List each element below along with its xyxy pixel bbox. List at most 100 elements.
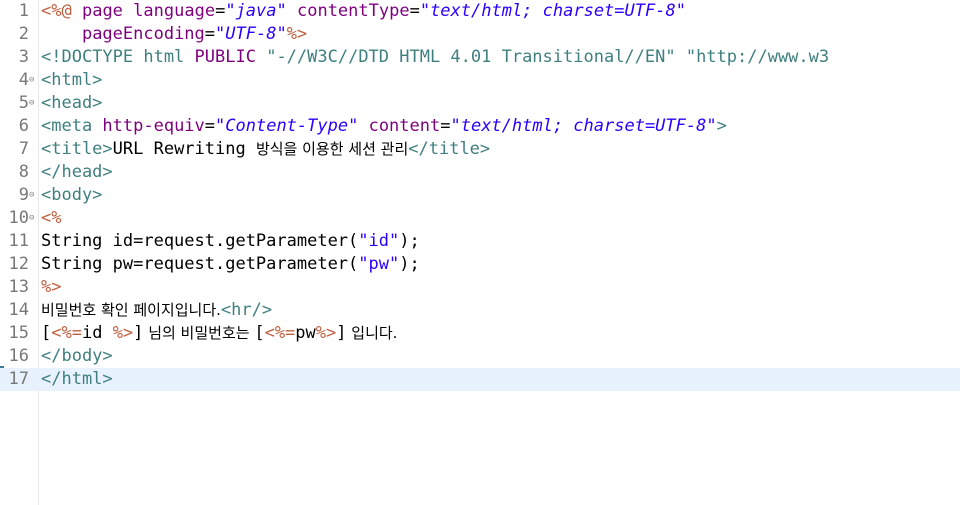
code-token: ); (399, 254, 420, 274)
code-token: </body> (41, 346, 113, 366)
code-text: <head> (41, 92, 102, 115)
fold-collapse-icon[interactable]: ⊖ (29, 69, 38, 92)
code-line[interactable]: 3 <!DOCTYPE html PUBLIC "-//W3C//DTD HTML… (0, 46, 960, 69)
line-number: 3 (18, 47, 29, 67)
code-token: <meta (41, 116, 103, 136)
code-token: <title> (41, 139, 113, 159)
code-token: "Content-Type" (215, 116, 359, 136)
code-line[interactable]: 2 pageEncoding="UTF-8"%> (0, 23, 960, 46)
code-token: http-equiv (102, 116, 205, 136)
fold-collapse-icon[interactable]: ⊖ (29, 92, 38, 115)
code-text: <meta http-equiv="Content-Type" content=… (41, 115, 727, 138)
code-text: <!DOCTYPE html PUBLIC "-//W3C//DTD HTML … (41, 46, 829, 69)
code-token: 비밀번호 확인 페이지입니다. (41, 301, 221, 319)
code-token: = (409, 1, 420, 21)
code-token: %> (286, 24, 308, 44)
code-text: </html> (41, 368, 113, 391)
code-token: %> (315, 323, 337, 343)
fold-collapse-icon[interactable]: ⊖ (29, 184, 38, 207)
code-token: <body> (41, 185, 103, 205)
code-token: ] (336, 323, 347, 343)
line-number: 11 (8, 231, 29, 251)
code-text: <% (41, 207, 61, 230)
code-line[interactable]: 14 비밀번호 확인 페이지입니다.<hr/> (0, 299, 960, 322)
code-token: "UTF-8" (215, 24, 287, 44)
code-line[interactable]: 9 ⊖ <body> (0, 184, 960, 207)
code-token: ] (133, 323, 144, 343)
code-token: <%@ (41, 1, 72, 21)
code-token: </html> (41, 369, 113, 389)
code-token: > (716, 116, 727, 136)
code-line[interactable]: 4 ⊖ <html> (0, 69, 960, 92)
code-token: "java" (225, 1, 287, 21)
code-text: <body> (41, 184, 102, 207)
code-token: page (81, 1, 123, 21)
code-line[interactable]: 16 </body> (0, 345, 960, 368)
code-token: = (215, 1, 226, 21)
code-token: pw (295, 323, 316, 343)
code-token: <!DOCTYPE html (41, 47, 195, 67)
code-token: <html> (41, 70, 103, 90)
code-token: </head> (41, 162, 113, 182)
code-text: <%@ page language="java" contentType="te… (41, 0, 686, 23)
code-line[interactable]: 12 String pw=request.getParameter("pw"); (0, 253, 960, 276)
code-text: </body> (41, 345, 113, 368)
code-token: content (368, 116, 441, 136)
line-number: 2 (18, 24, 29, 44)
code-token: <%= (264, 323, 296, 343)
code-line[interactable]: 8 </head> (0, 161, 960, 184)
line-number: 1 (18, 1, 29, 21)
line-number: 4 (18, 70, 29, 90)
line-number: 7 (18, 139, 29, 159)
line-number: 8 (18, 162, 29, 182)
code-token: PUBLIC (194, 47, 256, 67)
line-number: 15 (8, 323, 29, 343)
code-line[interactable]: 11 String id=request.getParameter("id"); (0, 230, 960, 253)
code-token: contentType (296, 1, 410, 21)
code-token: </title> (408, 139, 491, 159)
line-number: 9 (18, 185, 29, 205)
line-number: 13 (8, 277, 29, 297)
code-token: String id=request.getParameter( (41, 231, 359, 251)
code-text: %> (41, 276, 61, 299)
code-token: <%= (51, 323, 82, 343)
code-token: ); (399, 231, 420, 251)
code-line[interactable]: 10 ⊖ <% (0, 207, 960, 230)
line-number: 16 (8, 346, 29, 366)
code-token: language (133, 1, 216, 21)
code-text: pageEncoding="UTF-8"%> (41, 23, 307, 46)
code-line[interactable]: 5 ⊖ <head> (0, 92, 960, 115)
code-token: String pw=request.getParameter( (41, 254, 359, 274)
code-token: = (204, 24, 216, 44)
code-line[interactable]: 6 <meta http-equiv = "Content-Type" content… (0, 115, 960, 138)
code-text: String pw=request.getParameter("pw"); (41, 253, 420, 276)
code-editor[interactable]: 1 <%@ page language="java" contentType="t… (0, 0, 960, 505)
code-token: "id" (358, 231, 400, 251)
code-token: "text/html; charset=UTF-8" (419, 1, 686, 21)
code-text: <title>URL Rewriting 방식을 이용한 세션 관리</titl… (41, 138, 490, 161)
code-text: [<%=id %>] 님의 비밀번호는 [<%=pw%>] 입니다. (41, 322, 397, 345)
code-line[interactable]: 7 <title>URL Rewriting 방식을 이용한 세션 관리</tit… (0, 138, 960, 161)
line-number: 6 (18, 116, 29, 136)
code-token: [ (41, 323, 52, 343)
code-token: %> (41, 277, 62, 297)
code-token: 입니다. (346, 324, 398, 342)
code-token: "pw" (358, 254, 400, 274)
code-line[interactable]: 1 <%@ page language="java" contentType="t… (0, 0, 960, 23)
code-token: id (81, 323, 113, 343)
line-number: 5 (18, 93, 29, 113)
code-token: = (440, 116, 451, 136)
code-token: "-//W3C//DTD HTML 4.01 Transitional//EN"… (266, 47, 830, 67)
code-line[interactable]: 13 %> (0, 276, 960, 299)
code-line[interactable]: 15 [<%=id %>] 님의 비밀번호는 [<%=pw%>] 입니다. (0, 322, 960, 345)
code-line[interactable]: 17 </html> (0, 368, 960, 391)
code-text: </head> (41, 161, 113, 184)
fold-collapse-icon[interactable]: ⊖ (29, 207, 38, 230)
code-token: <head> (41, 93, 103, 113)
